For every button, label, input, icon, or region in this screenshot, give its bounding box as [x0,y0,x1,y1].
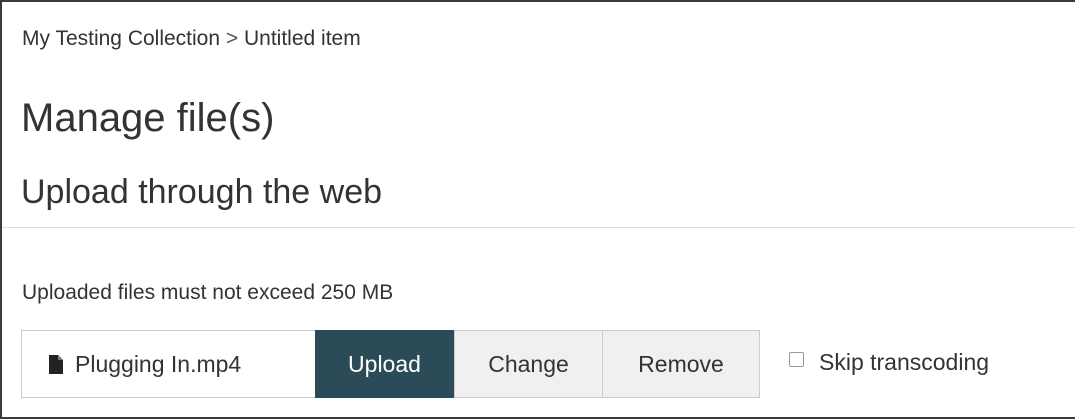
skip-transcoding-option[interactable]: Skip transcoding [789,349,989,376]
section-title: Upload through the web [21,173,383,211]
selected-file-name: Plugging In.mp4 [75,350,242,377]
skip-transcoding-checkbox[interactable] [789,352,804,367]
breadcrumb-item[interactable]: Untitled item [244,27,361,50]
section-divider [2,227,1075,228]
selected-file-display: Plugging In.mp4 [21,330,315,398]
upload-size-limit-text: Uploaded files must not exceed 250 MB [22,281,394,304]
breadcrumb-separator: > [225,27,239,50]
file-icon [49,354,63,374]
remove-file-button[interactable]: Remove [602,330,760,398]
upload-button[interactable]: Upload [315,330,454,398]
breadcrumb: My Testing Collection > Untitled item [22,27,361,51]
change-file-button[interactable]: Change [454,330,602,398]
skip-transcoding-label: Skip transcoding [819,349,990,375]
file-upload-group: Plugging In.mp4 Upload Change Remove [21,330,760,398]
breadcrumb-collection-link[interactable]: My Testing Collection [22,27,220,50]
page-title: Manage file(s) [21,96,275,140]
